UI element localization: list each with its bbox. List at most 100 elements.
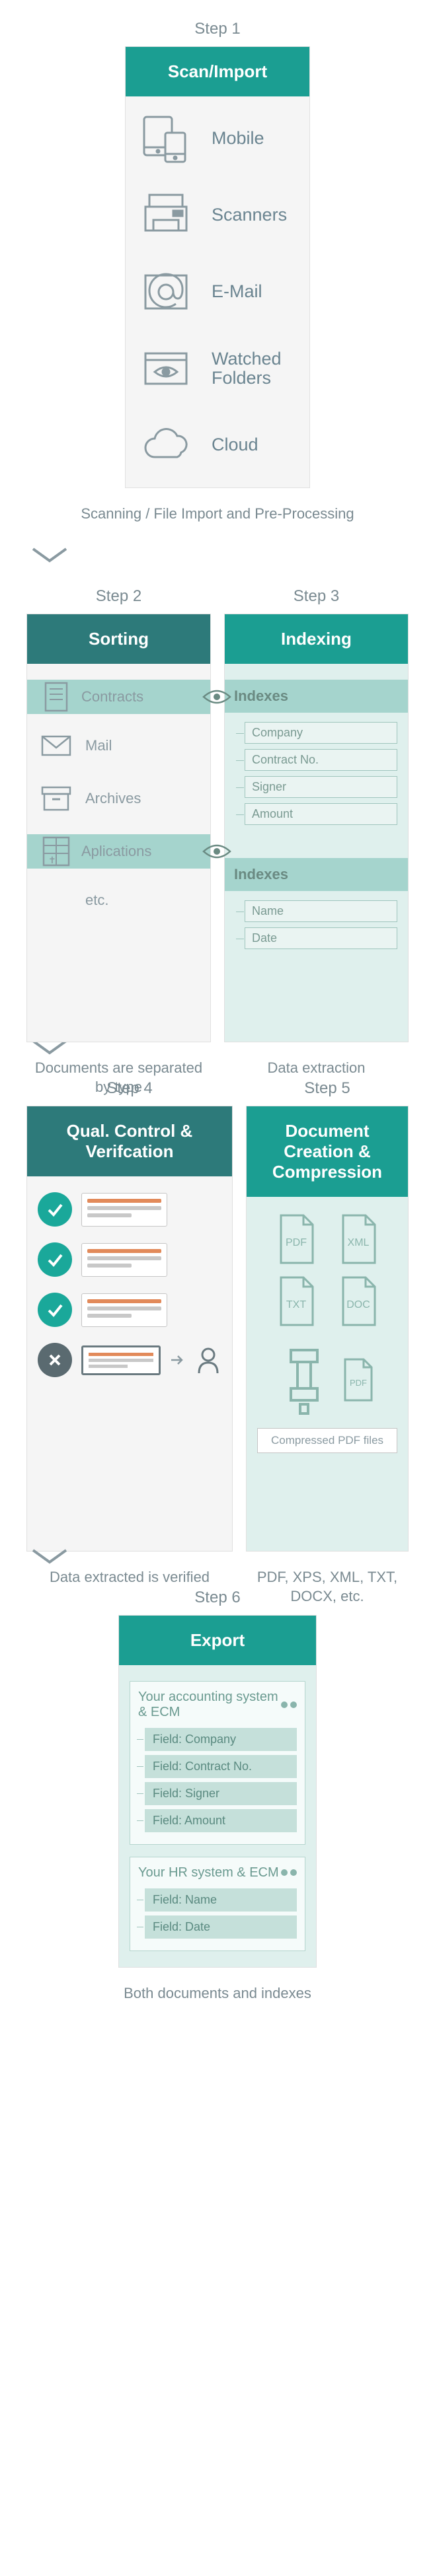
cloud-icon: [136, 419, 196, 472]
svg-text:XML: XML: [348, 1237, 370, 1248]
steps-4-5-row: Step 4 Qual. Control & Verifcation: [26, 1079, 409, 1525]
export-system-title: Your accounting system & ECM: [138, 1690, 297, 1720]
index-field: Signer: [245, 776, 397, 798]
svg-text:DOC: DOC: [346, 1299, 370, 1310]
step4-caption: Data extracted is verified: [26, 1567, 233, 1587]
step-6: Step 6 Export Your accounting system & E…: [26, 1589, 409, 2003]
index-field: Contract No.: [245, 749, 397, 771]
step-3: Step 3 Indexing Indexes Company Contract…: [224, 587, 409, 1016]
clamp-row: PDF: [257, 1343, 397, 1416]
cross-icon: [38, 1343, 72, 1377]
export-system-hr: Your HR system & ECM Field: Name Field: …: [130, 1857, 305, 1951]
export-field: Field: Signer: [145, 1782, 297, 1805]
archive-icon: [38, 781, 75, 816]
scan-label: E-Mail: [212, 282, 262, 302]
step5-header: Document Creation & Compression: [247, 1106, 408, 1198]
chevron-down-icon: [26, 544, 409, 567]
sort-row-mail: Mail: [38, 729, 200, 763]
step1-body: Mobile Scanners E-Mail Watched Folders: [126, 96, 309, 487]
step2-caption: Documents are separated by type: [26, 1058, 211, 1097]
index-field: Name: [245, 900, 397, 922]
file-txt-icon: TXT: [270, 1275, 323, 1328]
sort-label: Mail: [85, 737, 112, 754]
person-icon: [195, 1345, 221, 1375]
export-field: Field: Amount: [145, 1809, 297, 1832]
email-icon: [136, 266, 196, 318]
form-icon: ✝: [38, 834, 75, 869]
svg-text:PDF: PDF: [286, 1237, 307, 1248]
file-pdf-icon: PDF: [270, 1213, 323, 1266]
step3-card: Indexing Indexes Company Contract No. Si…: [224, 614, 409, 1042]
sort-row-contracts: Contracts: [27, 680, 210, 714]
step2-card: Sorting Contracts Mail: [26, 614, 211, 1042]
clamp-icon: [278, 1343, 331, 1416]
step-label: Step 5: [246, 1079, 409, 1098]
export-field: Field: Date: [145, 1915, 297, 1939]
step-1: Step 1 Scan/Import Mobile Scanners E-Mai…: [26, 20, 409, 524]
sort-label: Aplications: [81, 843, 151, 860]
indexes-header: Indexes: [225, 680, 408, 713]
step5-caption: PDF, XPS, XML, TXT, DOCX, etc.: [246, 1567, 409, 1606]
export-system-accounting: Your accounting system & ECM Field: Comp…: [130, 1681, 305, 1845]
sort-label: etc.: [85, 892, 108, 909]
file-pdf-small-icon: PDF: [340, 1357, 377, 1403]
step-label: Step 3: [224, 587, 409, 606]
step1-caption: Scanning / File Import and Pre-Processin…: [26, 504, 409, 524]
document-card: [81, 1293, 167, 1327]
sort-label: Archives: [85, 790, 141, 807]
step-label: Step 2: [26, 587, 211, 606]
qc-item-ok: [38, 1192, 221, 1227]
svg-text:TXT: TXT: [286, 1299, 306, 1310]
qc-item-ok: [38, 1293, 221, 1327]
screen-icon: [81, 1345, 161, 1375]
eye-icon: [201, 841, 233, 861]
scanner-icon: [136, 189, 196, 242]
document-icon: [38, 680, 75, 714]
document-card: [81, 1193, 167, 1227]
index-tree-1: Company Contract No. Signer Amount: [245, 722, 397, 825]
export-field: Field: Name: [145, 1888, 297, 1912]
check-icon: [38, 1192, 72, 1227]
step6-card: Export Your accounting system & ECM Fiel…: [118, 1615, 317, 1968]
step2-header: Sorting: [27, 614, 210, 664]
index-field: Company: [245, 722, 397, 744]
mobile-icon: [136, 112, 196, 165]
step3-caption: Data extraction: [224, 1058, 409, 1078]
step6-header: Export: [119, 1616, 316, 1665]
scan-row-cloud: Cloud: [136, 419, 299, 472]
document-card: [81, 1243, 167, 1277]
step4-card: Qual. Control & Verifcation: [26, 1106, 233, 1552]
envelope-icon: [38, 729, 75, 763]
step5-card: Document Creation & Compression PDF XML …: [246, 1106, 409, 1552]
indexes-title-text: Indexes: [234, 866, 288, 883]
qc-item-fail: [38, 1343, 221, 1377]
arrow-right-icon: [170, 1353, 186, 1367]
dots-icon: [281, 1701, 297, 1708]
compressed-label: Compressed PDF files: [257, 1428, 397, 1453]
index-tree-2: Name Date: [245, 900, 397, 949]
step-label: Step 1: [26, 20, 409, 38]
file-grid: PDF XML TXT DOC: [257, 1213, 397, 1328]
blank-icon: [38, 883, 75, 917]
export-field: Field: Contract No.: [145, 1755, 297, 1778]
step-2: Step 2 Sorting Contracts Mail: [26, 587, 211, 1016]
scan-row-scanners: Scanners: [136, 189, 299, 242]
export-field: Field: Company: [145, 1728, 297, 1751]
step-5: Step 5 Document Creation & Compression P…: [246, 1079, 409, 1525]
scan-label: Cloud: [212, 435, 258, 455]
step-4: Step 4 Qual. Control & Verifcation: [26, 1079, 233, 1525]
export-system-title: Your HR system & ECM: [138, 1865, 297, 1880]
step1-card: Scan/Import Mobile Scanners E-Mail: [125, 46, 310, 488]
check-icon: [38, 1293, 72, 1327]
step2-body: Contracts Mail Archives: [27, 664, 210, 1042]
step4-body: [27, 1176, 232, 1551]
sort-row-etc: etc.: [38, 883, 200, 917]
export-system-name: Your HR system & ECM: [138, 1865, 279, 1880]
step3-body: Indexes Company Contract No. Signer Amou…: [225, 664, 408, 1042]
scan-label: Watched Folders: [212, 349, 299, 388]
step1-header: Scan/Import: [126, 47, 309, 96]
sort-label: Contracts: [81, 688, 143, 705]
sort-row-archives: Archives: [38, 781, 200, 816]
steps-2-3-row: Step 2 Sorting Contracts Mail: [26, 587, 409, 1016]
indexes-title-text: Indexes: [234, 688, 288, 705]
